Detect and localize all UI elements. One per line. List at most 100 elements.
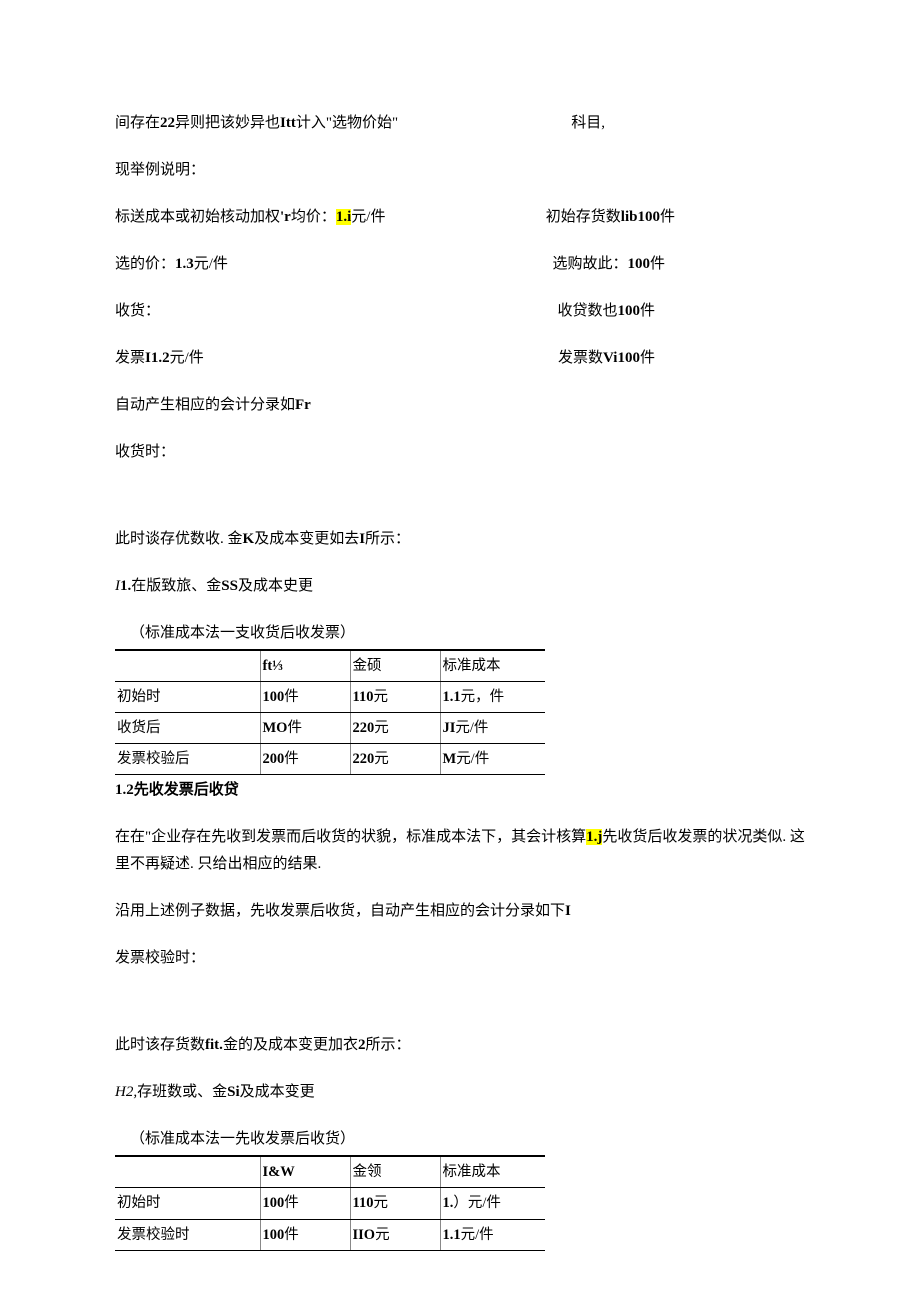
text: 元: [374, 720, 389, 736]
text: 元，件: [461, 689, 505, 705]
table-row: 收货后 MO件 220元 JI元/件: [115, 713, 545, 744]
text: M: [443, 751, 457, 767]
cell: [115, 1157, 260, 1188]
text: 所示：: [365, 1037, 410, 1053]
text: 元/件: [456, 751, 489, 767]
cell: M元/件: [440, 744, 545, 775]
cell: 发票校验后: [115, 744, 260, 775]
cell: 发票校验时: [115, 1219, 260, 1250]
text: 110: [353, 1195, 374, 1211]
text: 元: [373, 689, 388, 705]
text: 22: [160, 115, 175, 131]
text: 此时该存货数: [115, 1037, 205, 1053]
text: fit.: [205, 1037, 223, 1053]
text: 元: [375, 1227, 390, 1243]
text: JI: [443, 720, 456, 736]
text: H2,: [115, 1084, 137, 1100]
spacer: [115, 486, 805, 526]
text: 及成本变更如去: [254, 531, 359, 547]
paragraph-line-14: 发票校验时：: [115, 945, 805, 972]
cell: 初始时: [115, 682, 260, 713]
table2-caption: （标准成本法一先收发票后收货）: [115, 1126, 545, 1156]
text: I1.2: [145, 350, 170, 366]
paragraph-line-5: 收货： 收贷数也100件: [115, 298, 805, 325]
text: 计入"选物价始": [296, 115, 398, 131]
text: 元/件: [170, 350, 204, 366]
text: ft⅓: [263, 658, 284, 674]
line4-right: 选购故此：100件: [552, 251, 805, 278]
cell: 220元: [350, 744, 440, 775]
cell: ft⅓: [260, 651, 350, 682]
text: 初始存货数: [546, 209, 621, 225]
text: Vi100: [603, 350, 640, 366]
text: 件: [640, 303, 655, 319]
text: 110: [353, 689, 374, 705]
text: 件: [284, 1195, 299, 1211]
highlight: 1.j: [586, 829, 602, 845]
text: 100: [263, 1195, 285, 1211]
text: 及成本变更: [240, 1084, 315, 1100]
paragraph-line-8: 收货时：: [115, 439, 805, 466]
cell: 100件: [260, 682, 350, 713]
text: 标送成本或初始核动加权: [115, 209, 280, 225]
cell: [115, 651, 260, 682]
line3-right: 初始存货数lib100件: [546, 204, 805, 231]
text: 件: [640, 350, 655, 366]
text: 金的及成本变更加衣: [223, 1037, 358, 1053]
paragraph-line-4: 选的价：1.3元/件 选购故此：100件: [115, 251, 805, 278]
paragraph-line-1: 间存在22异则把该妙异也Itt计入"选物价始" 科目,: [115, 110, 805, 137]
line6-right: 发票数Vi100件: [558, 345, 805, 372]
text: 1.1: [443, 1227, 461, 1243]
table1-caption: （标准成本法一支收货后收发票）: [115, 620, 545, 650]
text: 发票数: [558, 350, 603, 366]
text: 在版致旅、金: [131, 578, 221, 594]
text: 此时谈存优数收. 金: [115, 531, 243, 547]
text: 发票: [115, 350, 145, 366]
text: Fr: [295, 397, 311, 413]
text: 件: [284, 689, 299, 705]
text: 220: [353, 751, 375, 767]
line6-left: 发票I1.2元/件: [115, 345, 204, 372]
cell: 1.1元/件: [440, 1219, 545, 1250]
text: Si: [227, 1084, 240, 1100]
text: 件: [284, 1227, 299, 1243]
paragraph-line-12: 在在"企业存在先收到发票而后收货的状貌，标准成本法下，其会计核算1.j先收货后收…: [115, 824, 805, 878]
line3-left: 标送成本或初始核动加权'r均价：1.i元/件: [115, 204, 385, 231]
text: 元/件: [461, 1227, 494, 1243]
text: 先收发票后收贷: [134, 782, 239, 798]
cell: 1.）元/件: [440, 1188, 545, 1219]
table-row: 发票校验时 100件 IIO元 1.1元/件: [115, 1219, 545, 1250]
text: 自动产生相应的会计分录如: [115, 397, 295, 413]
text: 件: [660, 209, 675, 225]
text: 均价：: [291, 209, 336, 225]
line5-right: 收贷数也100件: [557, 298, 805, 325]
text: 件: [284, 751, 299, 767]
text: 及成本史更: [238, 578, 313, 594]
text: I&W: [263, 1164, 295, 1180]
cell: 100件: [260, 1188, 350, 1219]
line5-left: 收货：: [115, 298, 160, 325]
text: 'r: [280, 209, 291, 225]
table-row: ft⅓ 金硕 标准成本: [115, 651, 545, 682]
cell: 100件: [260, 1219, 350, 1250]
cell: JI元/件: [440, 713, 545, 744]
paragraph-line-6: 发票I1.2元/件 发票数Vi100件: [115, 345, 805, 372]
text: 100: [263, 1227, 285, 1243]
table-row: I&W 金领 标准成本: [115, 1157, 545, 1188]
table-row: 初始时 100件 110元 1.1元，件: [115, 682, 545, 713]
cell: 金硕: [350, 651, 440, 682]
text: 100: [627, 256, 650, 272]
text: 100: [263, 689, 285, 705]
text: 元: [374, 751, 389, 767]
text: 200: [263, 751, 285, 767]
cell: 收货后: [115, 713, 260, 744]
text: 存班数或、金: [137, 1084, 227, 1100]
cell: 110元: [350, 1188, 440, 1219]
text: 沿用上述例子数据，先收发票后收货，自动产生相应的会计分录如下: [115, 903, 565, 919]
text: 元/件: [194, 256, 228, 272]
cell: 1.1元，件: [440, 682, 545, 713]
cell: 200件: [260, 744, 350, 775]
text: IIO: [353, 1227, 376, 1243]
paragraph-line-15: 此时该存货数fit.金的及成本变更加衣2所示：: [115, 1032, 805, 1059]
spacer: [115, 992, 805, 1032]
